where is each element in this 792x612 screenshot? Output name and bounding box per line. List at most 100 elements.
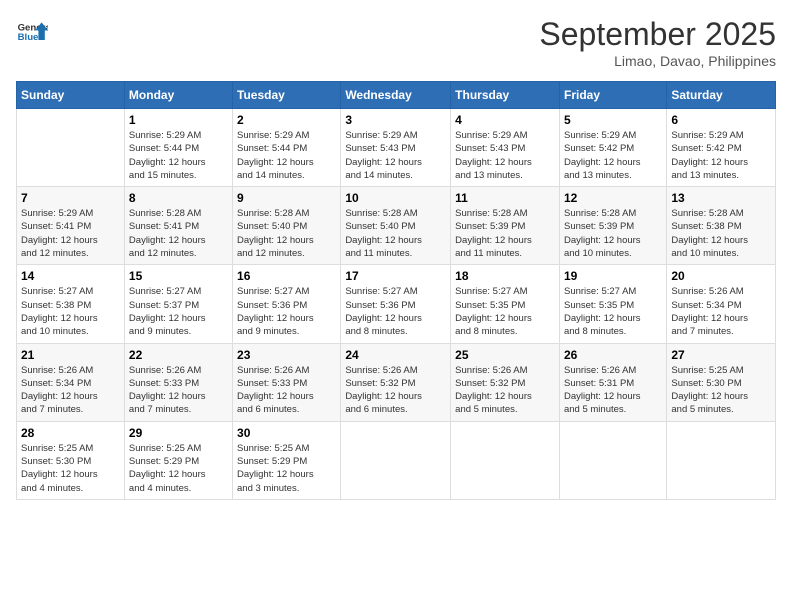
day-number: 14 bbox=[21, 269, 120, 283]
day-info: Sunrise: 5:25 AMSunset: 5:29 PMDaylight:… bbox=[237, 442, 336, 495]
day-number: 29 bbox=[129, 426, 228, 440]
day-number: 10 bbox=[345, 191, 446, 205]
day-info: Sunrise: 5:26 AMSunset: 5:34 PMDaylight:… bbox=[21, 364, 120, 417]
calendar-cell: 25 Sunrise: 5:26 AMSunset: 5:32 PMDayligh… bbox=[451, 343, 560, 421]
day-info: Sunrise: 5:29 AMSunset: 5:44 PMDaylight:… bbox=[237, 129, 336, 182]
day-number: 20 bbox=[671, 269, 771, 283]
calendar-cell: 16 Sunrise: 5:27 AMSunset: 5:36 PMDayligh… bbox=[233, 265, 341, 343]
day-info: Sunrise: 5:25 AMSunset: 5:29 PMDaylight:… bbox=[129, 442, 228, 495]
day-number: 4 bbox=[455, 113, 555, 127]
day-info: Sunrise: 5:27 AMSunset: 5:36 PMDaylight:… bbox=[345, 285, 446, 338]
calendar-week-row: 21 Sunrise: 5:26 AMSunset: 5:34 PMDayligh… bbox=[17, 343, 776, 421]
day-number: 6 bbox=[671, 113, 771, 127]
day-info: Sunrise: 5:27 AMSunset: 5:35 PMDaylight:… bbox=[564, 285, 662, 338]
day-info: Sunrise: 5:29 AMSunset: 5:41 PMDaylight:… bbox=[21, 207, 120, 260]
calendar-cell bbox=[559, 421, 666, 499]
day-info: Sunrise: 5:26 AMSunset: 5:32 PMDaylight:… bbox=[345, 364, 446, 417]
calendar-week-row: 7 Sunrise: 5:29 AMSunset: 5:41 PMDaylight… bbox=[17, 187, 776, 265]
day-number: 18 bbox=[455, 269, 555, 283]
day-number: 8 bbox=[129, 191, 228, 205]
day-info: Sunrise: 5:25 AMSunset: 5:30 PMDaylight:… bbox=[671, 364, 771, 417]
day-number: 21 bbox=[21, 348, 120, 362]
calendar-week-row: 1 Sunrise: 5:29 AMSunset: 5:44 PMDaylight… bbox=[17, 109, 776, 187]
weekday-header-saturday: Saturday bbox=[667, 82, 776, 109]
logo: General Blue bbox=[16, 16, 48, 48]
day-number: 15 bbox=[129, 269, 228, 283]
calendar-cell: 4 Sunrise: 5:29 AMSunset: 5:43 PMDaylight… bbox=[451, 109, 560, 187]
calendar-table: SundayMondayTuesdayWednesdayThursdayFrid… bbox=[16, 81, 776, 500]
day-number: 25 bbox=[455, 348, 555, 362]
day-number: 19 bbox=[564, 269, 662, 283]
day-info: Sunrise: 5:28 AMSunset: 5:39 PMDaylight:… bbox=[564, 207, 662, 260]
title-block: September 2025 Limao, Davao, Philippines bbox=[539, 16, 776, 69]
calendar-cell: 23 Sunrise: 5:26 AMSunset: 5:33 PMDayligh… bbox=[233, 343, 341, 421]
day-info: Sunrise: 5:28 AMSunset: 5:40 PMDaylight:… bbox=[237, 207, 336, 260]
day-info: Sunrise: 5:28 AMSunset: 5:41 PMDaylight:… bbox=[129, 207, 228, 260]
weekday-header-monday: Monday bbox=[124, 82, 232, 109]
day-info: Sunrise: 5:25 AMSunset: 5:30 PMDaylight:… bbox=[21, 442, 120, 495]
calendar-cell: 22 Sunrise: 5:26 AMSunset: 5:33 PMDayligh… bbox=[124, 343, 232, 421]
location-subtitle: Limao, Davao, Philippines bbox=[539, 53, 776, 69]
calendar-cell: 17 Sunrise: 5:27 AMSunset: 5:36 PMDayligh… bbox=[341, 265, 451, 343]
calendar-cell bbox=[17, 109, 125, 187]
calendar-cell: 11Sunrise: 5:28 AMSunset: 5:39 PMDayligh… bbox=[451, 187, 560, 265]
day-number: 17 bbox=[345, 269, 446, 283]
month-title: September 2025 bbox=[539, 16, 776, 53]
calendar-cell bbox=[667, 421, 776, 499]
day-info: Sunrise: 5:29 AMSunset: 5:42 PMDaylight:… bbox=[564, 129, 662, 182]
calendar-cell: 26 Sunrise: 5:26 AMSunset: 5:31 PMDayligh… bbox=[559, 343, 666, 421]
calendar-cell bbox=[341, 421, 451, 499]
calendar-cell: 1 Sunrise: 5:29 AMSunset: 5:44 PMDaylight… bbox=[124, 109, 232, 187]
day-info: Sunrise: 5:29 AMSunset: 5:43 PMDaylight:… bbox=[455, 129, 555, 182]
calendar-cell: 14 Sunrise: 5:27 AMSunset: 5:38 PMDayligh… bbox=[17, 265, 125, 343]
day-number: 13 bbox=[671, 191, 771, 205]
calendar-cell: 12Sunrise: 5:28 AMSunset: 5:39 PMDayligh… bbox=[559, 187, 666, 265]
calendar-cell: 5Sunrise: 5:29 AMSunset: 5:42 PMDaylight… bbox=[559, 109, 666, 187]
calendar-cell bbox=[451, 421, 560, 499]
calendar-cell: 6Sunrise: 5:29 AMSunset: 5:42 PMDaylight… bbox=[667, 109, 776, 187]
calendar-cell: 27 Sunrise: 5:25 AMSunset: 5:30 PMDayligh… bbox=[667, 343, 776, 421]
day-info: Sunrise: 5:27 AMSunset: 5:38 PMDaylight:… bbox=[21, 285, 120, 338]
day-info: Sunrise: 5:26 AMSunset: 5:34 PMDaylight:… bbox=[671, 285, 771, 338]
calendar-cell: 7 Sunrise: 5:29 AMSunset: 5:41 PMDaylight… bbox=[17, 187, 125, 265]
day-number: 28 bbox=[21, 426, 120, 440]
calendar-cell: 13 Sunrise: 5:28 AMSunset: 5:38 PMDayligh… bbox=[667, 187, 776, 265]
calendar-cell: 30 Sunrise: 5:25 AMSunset: 5:29 PMDayligh… bbox=[233, 421, 341, 499]
day-number: 9 bbox=[237, 191, 336, 205]
day-number: 22 bbox=[129, 348, 228, 362]
day-info: Sunrise: 5:28 AMSunset: 5:38 PMDaylight:… bbox=[671, 207, 771, 260]
calendar-cell: 28 Sunrise: 5:25 AMSunset: 5:30 PMDayligh… bbox=[17, 421, 125, 499]
day-number: 16 bbox=[237, 269, 336, 283]
calendar-cell: 29 Sunrise: 5:25 AMSunset: 5:29 PMDayligh… bbox=[124, 421, 232, 499]
day-number: 30 bbox=[237, 426, 336, 440]
page-header: General Blue September 2025 Limao, Davao… bbox=[16, 16, 776, 69]
day-info: Sunrise: 5:27 AMSunset: 5:37 PMDaylight:… bbox=[129, 285, 228, 338]
calendar-week-row: 14 Sunrise: 5:27 AMSunset: 5:38 PMDayligh… bbox=[17, 265, 776, 343]
day-info: Sunrise: 5:26 AMSunset: 5:31 PMDaylight:… bbox=[564, 364, 662, 417]
svg-text:Blue: Blue bbox=[18, 32, 39, 43]
calendar-cell: 24Sunrise: 5:26 AMSunset: 5:32 PMDayligh… bbox=[341, 343, 451, 421]
day-info: Sunrise: 5:29 AMSunset: 5:43 PMDaylight:… bbox=[345, 129, 446, 182]
logo-icon: General Blue bbox=[16, 16, 48, 48]
day-number: 23 bbox=[237, 348, 336, 362]
calendar-cell: 15 Sunrise: 5:27 AMSunset: 5:37 PMDayligh… bbox=[124, 265, 232, 343]
weekday-header-wednesday: Wednesday bbox=[341, 82, 451, 109]
calendar-week-row: 28 Sunrise: 5:25 AMSunset: 5:30 PMDayligh… bbox=[17, 421, 776, 499]
weekday-header-row: SundayMondayTuesdayWednesdayThursdayFrid… bbox=[17, 82, 776, 109]
calendar-cell: 18 Sunrise: 5:27 AMSunset: 5:35 PMDayligh… bbox=[451, 265, 560, 343]
day-info: Sunrise: 5:27 AMSunset: 5:35 PMDaylight:… bbox=[455, 285, 555, 338]
day-info: Sunrise: 5:26 AMSunset: 5:33 PMDaylight:… bbox=[237, 364, 336, 417]
day-number: 27 bbox=[671, 348, 771, 362]
weekday-header-thursday: Thursday bbox=[451, 82, 560, 109]
day-number: 26 bbox=[564, 348, 662, 362]
day-info: Sunrise: 5:27 AMSunset: 5:36 PMDaylight:… bbox=[237, 285, 336, 338]
day-info: Sunrise: 5:29 AMSunset: 5:44 PMDaylight:… bbox=[129, 129, 228, 182]
calendar-cell: 21 Sunrise: 5:26 AMSunset: 5:34 PMDayligh… bbox=[17, 343, 125, 421]
day-info: Sunrise: 5:26 AMSunset: 5:32 PMDaylight:… bbox=[455, 364, 555, 417]
day-number: 7 bbox=[21, 191, 120, 205]
calendar-cell: 8 Sunrise: 5:28 AMSunset: 5:41 PMDaylight… bbox=[124, 187, 232, 265]
calendar-cell: 10Sunrise: 5:28 AMSunset: 5:40 PMDayligh… bbox=[341, 187, 451, 265]
weekday-header-friday: Friday bbox=[559, 82, 666, 109]
day-info: Sunrise: 5:26 AMSunset: 5:33 PMDaylight:… bbox=[129, 364, 228, 417]
day-number: 1 bbox=[129, 113, 228, 127]
